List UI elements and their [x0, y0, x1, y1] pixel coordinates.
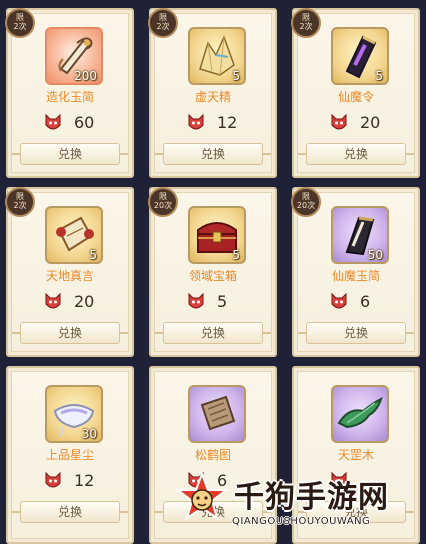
item-icon-frame: 5	[331, 27, 389, 85]
item-name: 领域宝箱	[188, 269, 237, 283]
item-quantity: 30	[81, 427, 97, 441]
demon-mask-currency-icon	[188, 292, 204, 309]
demon-mask-currency-icon	[45, 471, 61, 488]
price-row: 12	[8, 469, 132, 493]
green-wood-icon	[337, 397, 383, 429]
item-icon-frame: 200	[45, 27, 103, 85]
item-name: 天罡木	[337, 448, 374, 462]
item-icon-frame: 5	[188, 27, 246, 85]
exchange-button[interactable]: 兑换	[298, 322, 414, 344]
limit-badge: 限 2次	[291, 8, 321, 38]
shop-item-card[interactable]: 30 上品星尘 12 兑换	[6, 366, 134, 544]
item-icon-frame: 50	[331, 206, 389, 264]
limit-badge: 限 20次	[148, 187, 178, 217]
item-icon-frame	[331, 385, 389, 443]
watermark-subtitle: QIANGOUSHOUYOUWANG	[232, 516, 371, 527]
item-name: 上品星尘	[45, 448, 94, 462]
exchange-button[interactable]: 兑换	[155, 143, 271, 165]
item-name: 天地真言	[45, 269, 94, 283]
limit-badge: 限 2次	[5, 8, 35, 38]
item-icon-frame: 5	[188, 206, 246, 264]
exchange-button[interactable]: 兑换	[12, 322, 128, 344]
item-price: 5	[217, 292, 228, 311]
demon-mask-currency-icon	[188, 113, 204, 130]
shop-item-card[interactable]: 50 限 20次 仙魔玉简 6 兑换	[291, 187, 420, 357]
exchange-button[interactable]: 兑换	[12, 143, 128, 165]
item-price: 20	[360, 113, 381, 132]
watermark-title: 千狗手游网	[234, 480, 389, 515]
shop-item-card[interactable]: 5 限 2次 虚天精 12 兑换	[148, 8, 277, 178]
exchange-shop-grid: 200 限 2次 造化玉简 60 兑换 5 限 2次 虚天精 12 兑换 5 限…	[0, 0, 426, 544]
site-watermark: 千狗手游网 QIANGOUSHOUYOUWANG	[176, 470, 426, 540]
item-name: 仙魔玉简	[331, 269, 380, 283]
item-icon-frame: 5	[45, 206, 103, 264]
item-price: 12	[74, 471, 95, 490]
item-icon-frame: 30	[45, 385, 103, 443]
item-price: 60	[74, 113, 95, 132]
price-row: 20	[294, 111, 418, 135]
exchange-button[interactable]: 兑换	[12, 501, 128, 523]
exchange-button[interactable]: 兑换	[298, 143, 414, 165]
item-quantity: 5	[232, 69, 240, 83]
price-row: 5	[151, 290, 275, 314]
shop-item-card[interactable]: 5 限 2次 仙魔令 20 兑换	[291, 8, 420, 178]
item-name: 仙魔令	[337, 90, 374, 104]
limit-badge: 限 20次	[291, 187, 321, 217]
price-row: 20	[8, 290, 132, 314]
item-price: 20	[74, 292, 95, 311]
item-price: 12	[217, 113, 238, 132]
item-quantity: 50	[367, 248, 383, 262]
shop-item-card[interactable]: 200 限 2次 造化玉简 60 兑换	[5, 8, 134, 178]
dog-logo-icon	[176, 472, 228, 521]
item-name: 虚天精	[194, 90, 231, 104]
exchange-button[interactable]: 兑换	[155, 322, 271, 344]
limit-badge: 限 2次	[148, 8, 178, 38]
item-icon-frame	[188, 385, 246, 443]
price-row: 12	[151, 111, 275, 135]
limit-badge: 限 2次	[5, 187, 35, 217]
demon-mask-currency-icon	[331, 113, 347, 130]
item-quantity: 200	[74, 69, 97, 83]
item-quantity: 5	[232, 248, 240, 262]
demon-mask-currency-icon	[45, 292, 61, 309]
shop-item-card[interactable]: 5 限 20次 领域宝箱 5 兑换	[148, 187, 277, 357]
item-name: 造化玉简	[45, 90, 94, 104]
price-row: 60	[8, 111, 132, 135]
item-name: 松鹤图	[194, 448, 231, 462]
shop-item-card[interactable]: 5 限 2次 天地真言 20 兑换	[5, 187, 134, 357]
demon-mask-currency-icon	[331, 292, 347, 309]
painting-scroll-icon	[200, 395, 236, 431]
price-row: 6	[294, 290, 418, 314]
demon-mask-currency-icon	[45, 113, 61, 130]
item-price: 6	[360, 292, 371, 311]
item-quantity: 5	[375, 69, 383, 83]
item-quantity: 5	[89, 248, 97, 262]
